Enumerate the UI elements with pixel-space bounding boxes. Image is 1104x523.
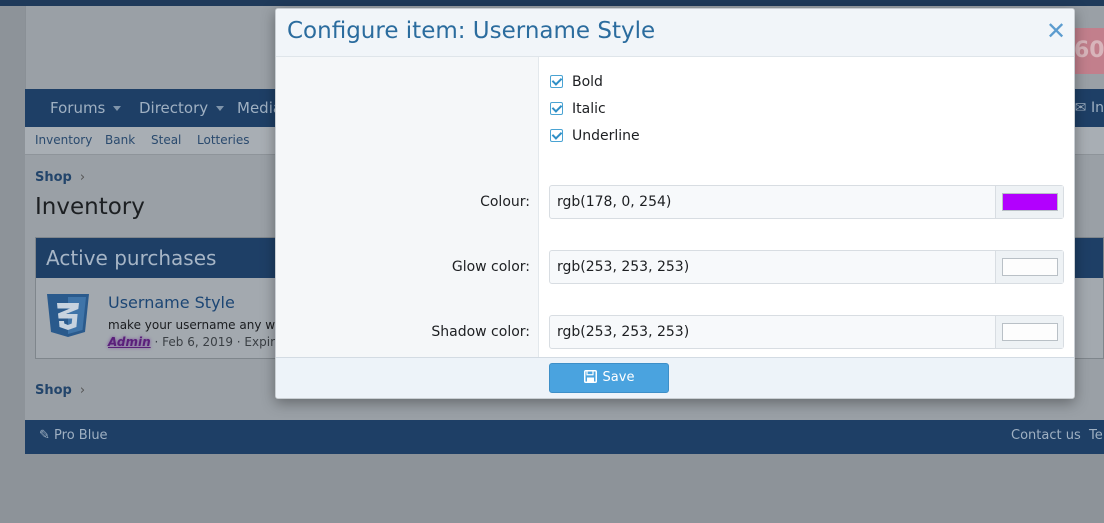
nav-inbox[interactable]: ✉ In [1075, 89, 1104, 127]
username-link[interactable]: Admin [108, 335, 151, 349]
italic-checkbox[interactable] [550, 101, 563, 115]
shadow-color-label: Shadow color: [431, 324, 530, 340]
header-badge: 60 [1074, 28, 1104, 74]
colour-picker-button[interactable] [995, 186, 1063, 218]
dialog-title: Configure item: Username Style [287, 18, 656, 44]
item-title[interactable]: Username Style [108, 293, 235, 312]
glow-color-swatch [1002, 258, 1058, 276]
dialog-footer: Save [276, 357, 1074, 398]
bold-checkbox[interactable] [550, 74, 563, 88]
dialog-body: Bold Italic Underline Colour: rgb(178, 0… [276, 57, 1074, 357]
glow-color-value: rgb(253, 253, 253) [557, 259, 690, 275]
italic-checkbox-row[interactable]: Italic [550, 99, 606, 119]
nav-inbox-label: In [1090, 100, 1104, 116]
glow-color-field[interactable]: rgb(253, 253, 253) [549, 250, 1064, 284]
breadcrumb-bottom[interactable]: Shop › [35, 383, 85, 398]
css3-icon [47, 294, 89, 337]
footer: ✎ Pro Blue Contact us Te [25, 420, 1104, 454]
glow-color-label: Glow color: [451, 259, 530, 275]
chevron-down-icon [113, 106, 122, 111]
chevron-right-icon: › [79, 170, 86, 185]
save-button[interactable]: Save [549, 363, 669, 393]
breadcrumb-shop-bottom: Shop [35, 383, 72, 398]
bold-checkbox-row[interactable]: Bold [550, 72, 603, 92]
bold-label: Bold [572, 74, 603, 90]
nav-forums-label: Forums [50, 99, 106, 117]
chevron-right-icon: › [79, 383, 86, 398]
underline-label: Underline [572, 128, 640, 144]
nav-directory[interactable]: Directory [139, 89, 225, 127]
breadcrumb[interactable]: Shop › [35, 170, 85, 185]
dialog-header: Configure item: Username Style ✕ [276, 9, 1074, 57]
item-description: make your username any way y [108, 318, 301, 332]
configure-item-dialog: Configure item: Username Style ✕ Bold It… [275, 8, 1075, 399]
underline-checkbox[interactable] [550, 128, 563, 142]
colour-label: Colour: [480, 194, 530, 210]
nav-forums[interactable]: Forums [50, 89, 122, 127]
colour-field[interactable]: rgb(178, 0, 254) [549, 185, 1064, 219]
close-icon[interactable]: ✕ [1044, 17, 1068, 45]
shadow-color-value: rgb(253, 253, 253) [557, 324, 690, 340]
subnav-bank[interactable]: Bank [105, 133, 135, 147]
italic-label: Italic [572, 101, 606, 117]
subnav-steal[interactable]: Steal [151, 133, 181, 147]
footer-contact-link[interactable]: Contact us [1011, 428, 1081, 443]
envelope-icon: ✉ [1074, 100, 1091, 116]
floppy-disk-icon [583, 370, 597, 383]
item-meta: Admin · Feb 6, 2019 · Expiry da [108, 335, 301, 349]
paintbrush-icon: ✎ [39, 428, 55, 443]
page-title: Inventory [35, 194, 145, 220]
style-name: Pro Blue [54, 428, 108, 443]
shadow-color-swatch [1002, 323, 1058, 341]
chevron-down-icon [216, 106, 225, 111]
style-chooser[interactable]: ✎ Pro Blue [39, 428, 108, 443]
footer-terms-link[interactable]: Te [1089, 428, 1103, 443]
subnav-inventory[interactable]: Inventory [35, 133, 92, 147]
breadcrumb-shop: Shop [35, 170, 72, 185]
nav-directory-label: Directory [139, 99, 209, 117]
save-label: Save [602, 370, 635, 385]
colour-swatch [1002, 193, 1058, 211]
shadow-color-picker-button[interactable] [995, 316, 1063, 348]
subnav-lotteries[interactable]: Lotteries [197, 133, 250, 147]
glow-color-picker-button[interactable] [995, 251, 1063, 283]
colour-value: rgb(178, 0, 254) [557, 194, 672, 210]
underline-checkbox-row[interactable]: Underline [550, 126, 640, 146]
shadow-color-field[interactable]: rgb(253, 253, 253) [549, 315, 1064, 349]
